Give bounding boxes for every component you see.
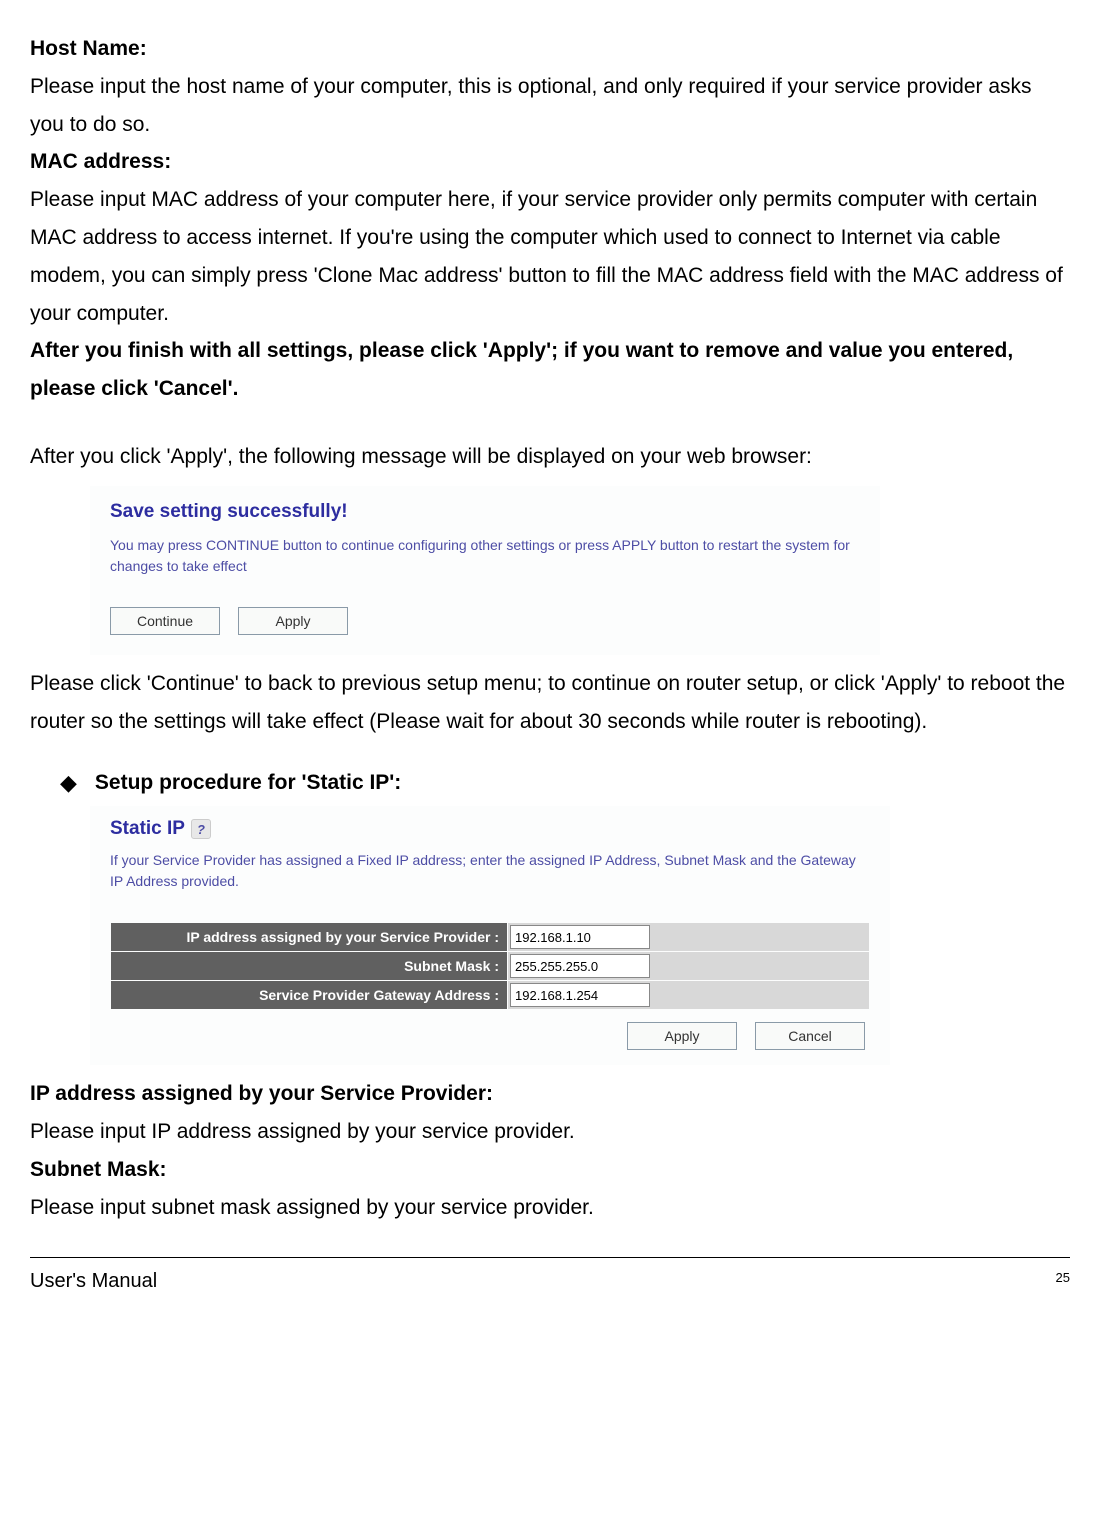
after-apply-text: After you click 'Apply', the following m… bbox=[30, 445, 812, 468]
apply-note: After you finish with all settings, plea… bbox=[30, 339, 1013, 400]
ip-address-label: IP address assigned by your Service Prov… bbox=[111, 923, 508, 952]
mac-body: Please input MAC address of your compute… bbox=[30, 188, 1063, 324]
subnet-mask-label: Subnet Mask : bbox=[111, 952, 508, 981]
static-ip-form-table: IP address assigned by your Service Prov… bbox=[110, 922, 870, 1010]
diamond-bullet-icon: ◆ bbox=[60, 770, 77, 796]
gateway-address-label: Service Provider Gateway Address : bbox=[111, 981, 508, 1010]
static-ip-description: If your Service Provider has assigned a … bbox=[110, 850, 870, 892]
subnet-section-body: Please input subnet mask assigned by you… bbox=[30, 1196, 594, 1219]
static-ip-title: Static IP bbox=[110, 818, 185, 840]
gateway-address-input[interactable] bbox=[510, 983, 650, 1007]
static-ip-cancel-button[interactable]: Cancel bbox=[755, 1022, 865, 1050]
ip-section-heading: IP address assigned by your Service Prov… bbox=[30, 1082, 493, 1105]
table-row: Service Provider Gateway Address : bbox=[111, 981, 870, 1010]
footer-manual: User's Manual bbox=[30, 1270, 157, 1293]
static-ip-procedure-heading: Setup procedure for 'Static IP': bbox=[95, 771, 401, 795]
table-row: IP address assigned by your Service Prov… bbox=[111, 923, 870, 952]
ip-section-body: Please input IP address assigned by your… bbox=[30, 1120, 575, 1143]
ip-address-input[interactable] bbox=[510, 925, 650, 949]
continue-note: Please click 'Continue' to back to previ… bbox=[30, 672, 1065, 733]
table-row: Subnet Mask : bbox=[111, 952, 870, 981]
subnet-section-heading: Subnet Mask: bbox=[30, 1158, 167, 1181]
save-setting-panel: Save setting successfully! You may press… bbox=[90, 486, 880, 655]
help-icon[interactable]: ? bbox=[191, 819, 211, 839]
hostname-heading: Host Name: bbox=[30, 37, 147, 60]
hostname-body: Please input the host name of your compu… bbox=[30, 75, 1032, 136]
static-ip-apply-button[interactable]: Apply bbox=[627, 1022, 737, 1050]
footer-page: 25 bbox=[1056, 1270, 1070, 1285]
continue-button[interactable]: Continue bbox=[110, 607, 220, 635]
mac-heading: MAC address: bbox=[30, 150, 171, 173]
static-ip-panel: Static IP ? If your Service Provider has… bbox=[90, 806, 890, 1065]
save-setting-title: Save setting successfully! bbox=[110, 501, 860, 523]
save-setting-text: You may press CONTINUE button to continu… bbox=[110, 535, 860, 577]
subnet-mask-input[interactable] bbox=[510, 954, 650, 978]
apply-button[interactable]: Apply bbox=[238, 607, 348, 635]
